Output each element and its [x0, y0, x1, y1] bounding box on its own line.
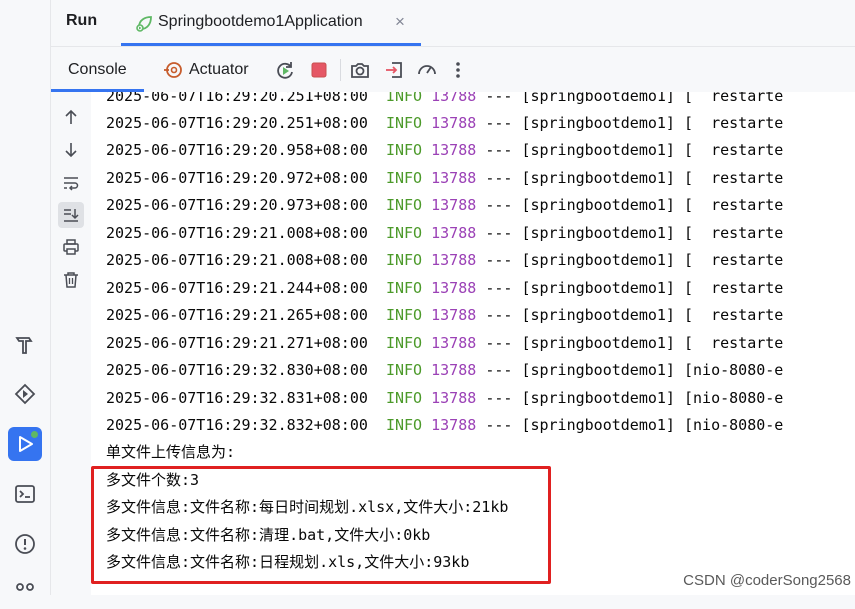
- spring-boot-icon: [136, 16, 152, 32]
- soft-wrap-icon[interactable]: [58, 170, 84, 196]
- services-icon[interactable]: [8, 377, 42, 411]
- problems-icon[interactable]: [8, 527, 42, 561]
- running-indicator-dot: [31, 431, 38, 438]
- rerun-icon[interactable]: [273, 58, 297, 82]
- run-panel-title: Run: [66, 12, 98, 29]
- log-line: 2025-06-07T16:29:21.008+08:00 INFO 13788…: [106, 224, 784, 242]
- log-line: 2025-06-07T16:29:20.972+08:00 INFO 13788…: [106, 169, 784, 187]
- run-tab-bar: Run Springbootdemo1Application ×: [51, 0, 855, 47]
- log-line: 2025-06-07T16:29:21.271+08:00 INFO 13788…: [106, 334, 784, 352]
- log-line: 2025-06-07T16:29:21.265+08:00 INFO 13788…: [106, 306, 784, 324]
- camera-icon[interactable]: [348, 58, 372, 82]
- console-tab-label: Console: [68, 61, 127, 78]
- left-tool-bar: [0, 0, 51, 595]
- log-line: 2025-06-07T16:29:32.830+08:00 INFO 13788…: [106, 361, 784, 379]
- watermark: CSDN @coderSong2568: [683, 572, 851, 589]
- arrow-up-icon[interactable]: [58, 104, 84, 130]
- scroll-to-end-icon[interactable]: [58, 202, 84, 228]
- output-line: 单文件上传信息为:: [106, 443, 236, 461]
- log-line: 2025-06-07T16:29:20.251+08:00 INFO 13788…: [106, 92, 784, 105]
- terminal-icon[interactable]: [8, 477, 42, 511]
- trash-icon[interactable]: [58, 267, 84, 293]
- console-output[interactable]: 2025-06-07T16:29:20.251+08:00 INFO 13788…: [91, 92, 855, 595]
- tab-console[interactable]: Console: [51, 47, 144, 92]
- log-line: 2025-06-07T16:29:20.958+08:00 INFO 13788…: [106, 141, 784, 159]
- console-toolbar: Console Actuator: [51, 47, 855, 92]
- stop-icon[interactable]: [307, 58, 331, 82]
- log-line: 2025-06-07T16:29:20.973+08:00 INFO 13788…: [106, 196, 784, 214]
- run-icon[interactable]: [8, 427, 42, 461]
- more-icon[interactable]: [446, 58, 470, 82]
- console-side-toolbar: [51, 92, 91, 595]
- log-line: 2025-06-07T16:29:21.008+08:00 INFO 13788…: [106, 251, 784, 269]
- actuator-tab-label: Actuator: [189, 61, 249, 78]
- tab-label: Springbootdemo1Application: [158, 13, 363, 30]
- print-icon[interactable]: [58, 234, 84, 260]
- toolbar-separator: [340, 59, 341, 81]
- log-line: 2025-06-07T16:29:21.244+08:00 INFO 13788…: [106, 279, 784, 297]
- log-line: 2025-06-07T16:29:20.251+08:00 INFO 13788…: [106, 114, 784, 132]
- dashboard-icon[interactable]: [415, 58, 439, 82]
- highlight-annotation-box: [91, 466, 551, 584]
- log-line: 2025-06-07T16:29:32.831+08:00 INFO 13788…: [106, 389, 784, 407]
- log-line: 2025-06-07T16:29:32.832+08:00 INFO 13788…: [106, 416, 784, 434]
- arrow-down-icon[interactable]: [58, 137, 84, 163]
- active-tab-indicator: [121, 43, 421, 46]
- git-icon[interactable]: [8, 575, 42, 609]
- close-icon[interactable]: ×: [395, 12, 405, 32]
- build-icon[interactable]: [8, 328, 42, 362]
- exit-icon[interactable]: [382, 58, 406, 82]
- tab-springbootdemo1application[interactable]: Springbootdemo1Application ×: [121, 0, 421, 46]
- actuator-icon: [164, 62, 182, 78]
